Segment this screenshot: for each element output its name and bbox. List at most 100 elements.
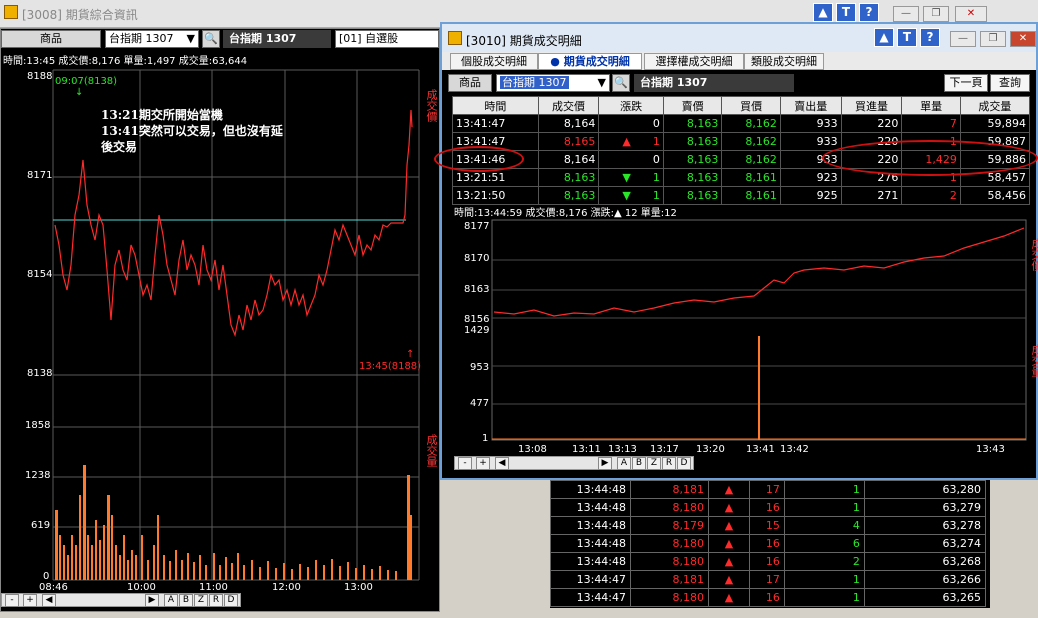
table-cell: 2 — [901, 186, 961, 205]
tab-sector-detail[interactable]: 類股成交明細 — [744, 53, 824, 70]
table-cell: 59,894 — [959, 114, 1031, 133]
help-icon-2[interactable]: ? — [920, 28, 940, 47]
tab-futures-detail-label: 期貨成交明細 — [563, 55, 630, 68]
query-button[interactable]: 查詢 — [990, 74, 1030, 92]
table-cell: 63,279 — [863, 498, 987, 517]
tab-options-detail[interactable]: 選擇權成交明細 — [644, 53, 744, 70]
product-combo[interactable]: 台指期 1307 ▼ — [105, 30, 199, 48]
table-cell: 933 — [779, 132, 842, 151]
t-icon[interactable]: T — [836, 3, 856, 22]
restore-button-2[interactable]: ❐ — [980, 31, 1006, 47]
next-page-button[interactable]: 下一頁 — [944, 74, 988, 92]
btn-d[interactable]: D — [224, 594, 238, 607]
table-cell: 16 — [749, 498, 785, 517]
table-cell: 13:44:47 — [549, 570, 632, 589]
scroll-left-button-2[interactable]: ◀ — [495, 457, 509, 470]
time-tick-4: 13:00 — [344, 582, 373, 593]
btn-r[interactable]: R — [209, 594, 223, 607]
minimize-button[interactable]: — — [893, 6, 919, 22]
scroll-right-button-2[interactable]: ▶ — [598, 457, 612, 470]
tick-vol-3: 1 — [482, 433, 489, 444]
tab-futures-detail[interactable]: ● 期貨成交明細 — [538, 53, 642, 70]
alert-icon[interactable]: ▲ — [813, 3, 833, 22]
col-header: 買價 — [721, 96, 781, 115]
table-cell: 1 — [783, 570, 865, 589]
time-tick-2: 11:00 — [199, 582, 228, 593]
price-tick-3: 8138 — [27, 368, 53, 379]
btn-r-2[interactable]: R — [662, 457, 676, 470]
alert-icon-2[interactable]: ▲ — [874, 28, 894, 47]
tab-stock-detail[interactable]: 個股成交明細 — [450, 53, 538, 70]
col-header: 漲跌 — [598, 96, 664, 115]
table-cell: 63,274 — [863, 534, 987, 553]
table-cell: 13:44:48 — [549, 552, 632, 571]
product-button[interactable]: 商品 — [1, 30, 101, 48]
btn-z-2[interactable]: Z — [647, 457, 661, 470]
table-cell: 925 — [779, 186, 842, 205]
zoom-out-button[interactable]: - — [5, 594, 19, 607]
btn-d-2[interactable]: D — [677, 457, 691, 470]
zoom-in-button-2[interactable]: + — [476, 457, 490, 470]
zoom-in-button[interactable]: + — [23, 594, 37, 607]
restore-button[interactable]: ❐ — [923, 6, 949, 22]
table-cell: 220 — [840, 114, 903, 133]
table-cell: 13:21:50 — [452, 186, 539, 205]
tick-price-series-label: 成交價 — [1030, 238, 1038, 271]
close-button-2[interactable]: ✕ — [1010, 31, 1036, 47]
arrow-up-icon: ↑ — [406, 349, 415, 360]
table-row[interactable]: 13:44:48 8,179 ▲ 15 4 63,278 — [549, 516, 987, 535]
table-row[interactable]: 13:21:50 8,163 ▼ 1 8,163 8,161 925 271 2 58,456 — [452, 186, 1031, 205]
help-icon[interactable]: ? — [859, 3, 879, 22]
table-row[interactable]: 13:44:48 8,180 ▲ 16 2 63,268 — [549, 552, 987, 571]
close-button[interactable]: ✕ — [955, 6, 987, 22]
annotation-line-1: 13:21期交所開始當機 — [101, 108, 223, 122]
vol-tick-1: 1238 — [25, 470, 51, 481]
price-tick-1: 8171 — [27, 170, 53, 181]
table-cell: 8,179 — [630, 516, 709, 535]
scroll-left-button[interactable]: ◀ — [42, 594, 56, 607]
table-cell: 17 — [749, 480, 785, 499]
watchlist-combo[interactable]: [01] 自選股 — [335, 30, 439, 48]
table-cell: 13:44:48 — [549, 480, 632, 499]
window2-toolbar: 商品 台指期 1307 ▼ 🔍 台指期 1307 下一頁 查詢 — [442, 70, 1036, 94]
btn-a-2[interactable]: A — [617, 457, 631, 470]
product-button-2[interactable]: 商品 — [448, 74, 492, 92]
chevron-down-icon[interactable]: ▼ — [187, 31, 195, 47]
table-cell: 8,162 — [721, 150, 781, 169]
chart-info-bar: 時間:13:44:59 成交價:8,176 漲跌:▲ 12 單量:12 — [454, 208, 677, 219]
table-row[interactable]: 13:44:47 8,180 ▲ 16 1 63,265 — [549, 588, 987, 607]
up-arrow-icon: ▲ — [622, 135, 631, 148]
table-cell: 8,163 — [662, 150, 723, 169]
table-cell: 1 — [783, 480, 865, 499]
change-value: 0 — [652, 153, 660, 166]
search-icon-2[interactable]: 🔍 — [612, 74, 630, 92]
table-row[interactable]: 13:44:47 8,181 ▲ 17 1 63,266 — [549, 570, 987, 589]
table-row[interactable]: 13:44:48 8,180 ▲ 16 1 63,279 — [549, 498, 987, 517]
table-cell: 13:41:47 — [452, 114, 539, 133]
table-cell: 271 — [840, 186, 903, 205]
btn-a[interactable]: A — [164, 594, 178, 607]
btn-b[interactable]: B — [179, 594, 193, 607]
change-cell: ▼ 1 — [598, 168, 664, 187]
search-icon[interactable]: 🔍 — [202, 30, 220, 48]
chevron-down-icon-2[interactable]: ▼ — [598, 75, 606, 91]
volume-bars — [55, 465, 412, 580]
btn-z[interactable]: Z — [194, 594, 208, 607]
btn-b-2[interactable]: B — [632, 457, 646, 470]
product-combo-2[interactable]: 台指期 1307 ▼ — [496, 74, 610, 92]
down-arrow-icon: ▼ — [622, 171, 631, 184]
window1-scrollbar[interactable]: - + ◀ ▶ A B Z R D — [1, 593, 241, 607]
t-icon-2[interactable]: T — [897, 28, 917, 47]
scroll-right-button[interactable]: ▶ — [145, 594, 159, 607]
minimize-button-2[interactable]: — — [950, 31, 976, 47]
table-cell: 16 — [749, 552, 785, 571]
table-row[interactable]: 13:41:47 8,164 0 8,163 8,162 933 220 7 59,894 — [452, 114, 1031, 133]
table-cell: 8,180 — [630, 498, 709, 517]
table-cell: 923 — [779, 168, 842, 187]
change-cell: 0 — [598, 150, 664, 169]
window2-scrollbar[interactable]: - + ◀ ▶ A B Z R D — [454, 456, 694, 470]
table-row[interactable]: 13:44:48 8,181 ▲ 17 1 63,280 — [549, 480, 987, 499]
zoom-out-button-2[interactable]: - — [458, 457, 472, 470]
table-row[interactable]: 13:44:48 8,180 ▲ 16 6 63,274 — [549, 534, 987, 553]
table-cell: 63,268 — [863, 552, 987, 571]
